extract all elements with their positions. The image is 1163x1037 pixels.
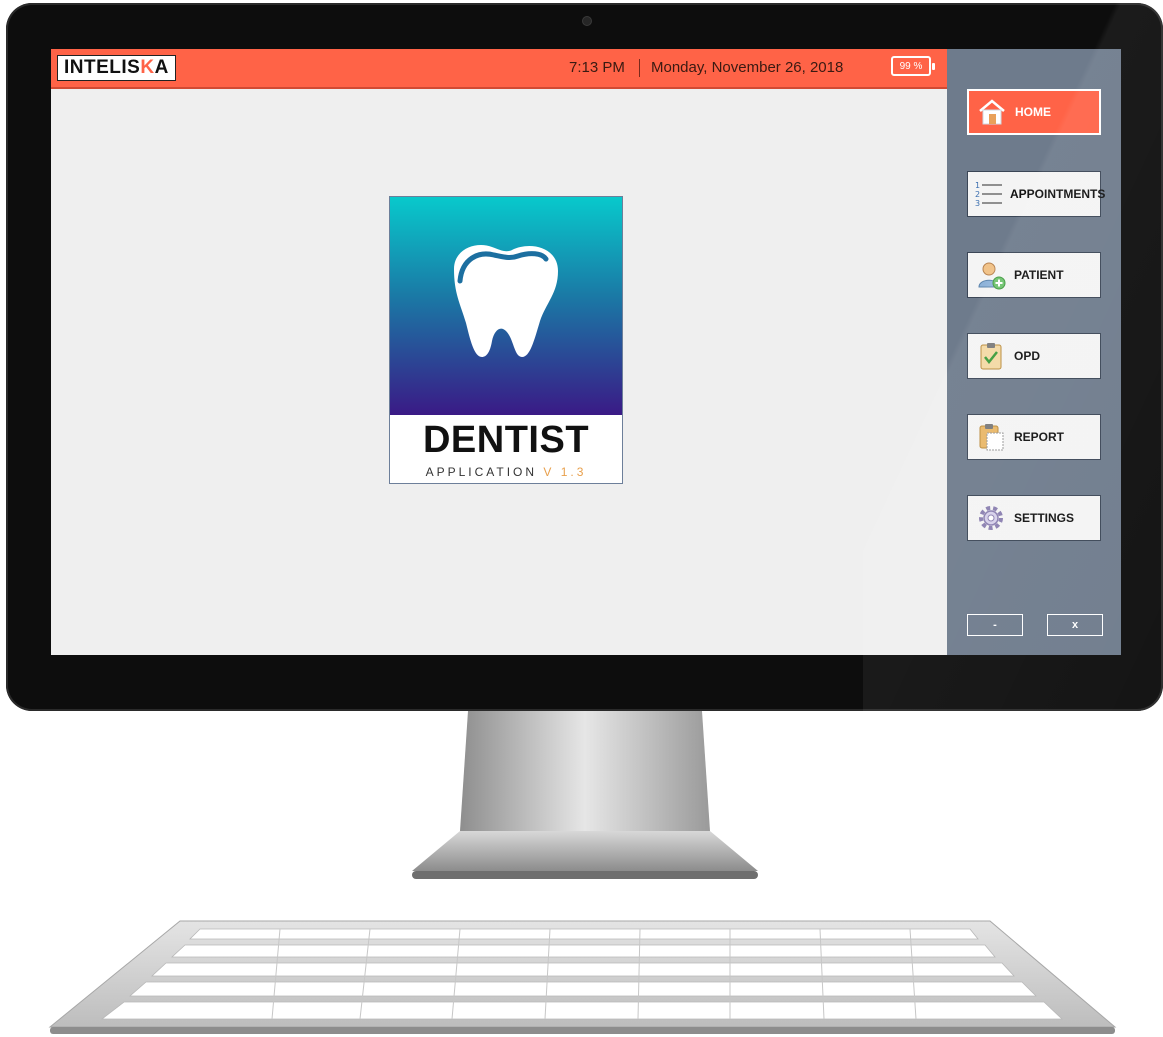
battery-level: 99 % <box>899 60 923 72</box>
app-subtitle-text: APPLICATION <box>425 465 538 479</box>
brand-prefix: INTELIS <box>64 57 141 78</box>
numbered-list-icon: 1 2 3 <box>974 177 1004 211</box>
monitor-stand <box>412 711 758 879</box>
keyboard <box>48 920 1117 1034</box>
nav-report-label: REPORT <box>1014 430 1065 444</box>
sidebar: HOME 1 2 3 APPOINTMENTS PATIENT OPD REPO… <box>947 49 1121 655</box>
nav-settings-label: SETTINGS <box>1014 511 1075 525</box>
nav-appointments-label: APPOINTMENTS <box>1010 187 1106 201</box>
battery-indicator: 99 % <box>891 56 935 76</box>
app-window: INTELIS K A 7:13 PM Monday, November 26, 2… <box>51 49 1121 655</box>
home-icon <box>975 95 1009 129</box>
divider <box>639 59 640 77</box>
top-bar: INTELIS K A 7:13 PM Monday, November 26, 2… <box>51 49 947 89</box>
app-subtitle: APPLICATION V 1.3 <box>390 465 622 479</box>
nav-report-button[interactable]: REPORT <box>967 414 1101 460</box>
nav-patient-label: PATIENT <box>1014 268 1064 282</box>
monitor: INTELIS K A 7:13 PM Monday, November 26, 2… <box>6 3 1163 711</box>
add-user-icon <box>974 258 1008 292</box>
svg-text:2: 2 <box>975 190 980 199</box>
brand-suffix: A <box>154 57 169 78</box>
app-title: DENTIST <box>422 419 590 461</box>
svg-text:1: 1 <box>975 181 980 190</box>
nav-home-label: HOME <box>1015 105 1051 119</box>
brand-mark: K <box>140 57 155 78</box>
tooth-icon <box>454 245 558 357</box>
nav-opd-button[interactable]: OPD <box>967 333 1101 379</box>
nav-settings-button[interactable]: SETTINGS <box>967 495 1101 541</box>
clipboard-report-icon <box>974 420 1008 454</box>
clock-time: 7:13 PM <box>569 59 625 76</box>
app-version: V 1.3 <box>543 465 587 479</box>
svg-text:3: 3 <box>975 199 980 208</box>
splash-logo: DENTIST APPLICATION V 1.3 <box>389 196 623 484</box>
minimize-button[interactable]: - <box>967 614 1023 636</box>
nav-home-button[interactable]: HOME <box>967 89 1101 135</box>
clipboard-check-icon <box>974 339 1008 373</box>
brand-logo: INTELIS K A <box>57 55 176 81</box>
nav-opd-label: OPD <box>1014 349 1041 363</box>
splash-artwork <box>390 197 622 415</box>
camera <box>582 16 592 26</box>
close-button[interactable]: x <box>1047 614 1103 636</box>
nav-appointments-button[interactable]: 1 2 3 APPOINTMENTS <box>967 171 1105 217</box>
nav-patient-button[interactable]: PATIENT <box>967 252 1101 298</box>
current-date: Monday, November 26, 2018 <box>651 59 844 76</box>
gear-icon <box>974 501 1008 535</box>
